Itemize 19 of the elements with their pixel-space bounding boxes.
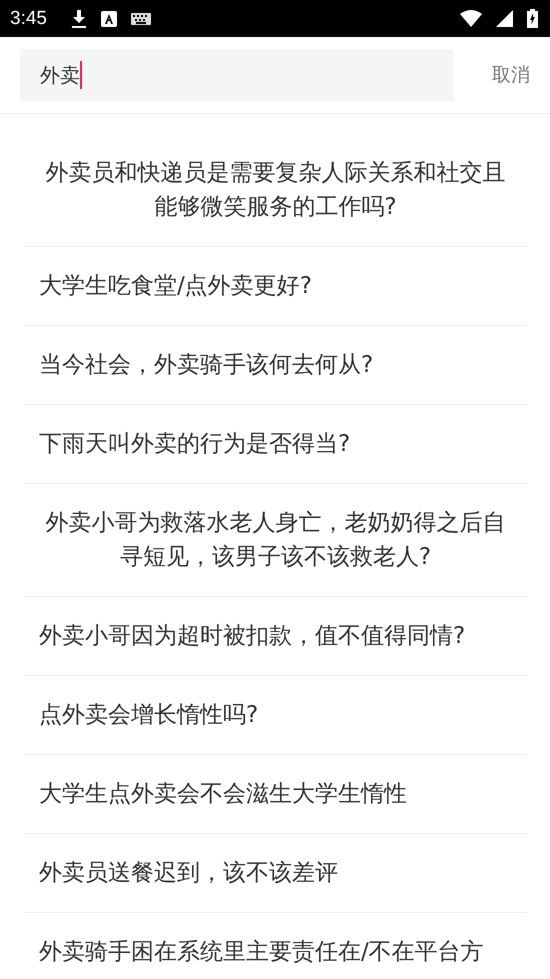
status-time: 3:45 bbox=[10, 8, 47, 30]
battery-charging-icon bbox=[527, 9, 538, 28]
search-result[interactable]: 下雨天叫外卖的行为是否得当? bbox=[39, 427, 350, 461]
search-result[interactable]: 外卖小哥因为超时被扣款，值不值得同情? bbox=[39, 619, 466, 653]
download-icon bbox=[70, 10, 87, 28]
search-result[interactable]: 当今社会，外卖骑手该何去何从? bbox=[39, 348, 374, 382]
search-result[interactable]: 外卖员和快递员是需要复杂人际关系和社交且能够微笑服务的工作吗? bbox=[39, 156, 512, 224]
search-result[interactable]: 外卖骑手困在系统里主要责任在/不在平台方 bbox=[39, 935, 484, 969]
search-result[interactable]: 外卖小哥为救落水老人身亡，老奶奶得之后自寻短见，该男子该不该救老人? bbox=[39, 506, 512, 574]
search-field[interactable]: 外卖 bbox=[20, 49, 454, 101]
keyboard-icon bbox=[130, 12, 151, 24]
font-icon bbox=[100, 10, 117, 26]
cancel-button[interactable]: 取消 bbox=[492, 62, 530, 88]
wifi-icon bbox=[460, 10, 482, 27]
search-result[interactable]: 大学生点外卖会不会滋生大学生惰性 bbox=[39, 777, 407, 811]
search-result[interactable]: 大学生吃食堂/点外卖更好? bbox=[39, 269, 312, 303]
search-result[interactable]: 点外卖会增长惰性吗? bbox=[39, 698, 258, 732]
signal-icon bbox=[496, 10, 513, 27]
search-result[interactable]: 外卖员送餐迟到，该不该差评 bbox=[39, 856, 338, 890]
